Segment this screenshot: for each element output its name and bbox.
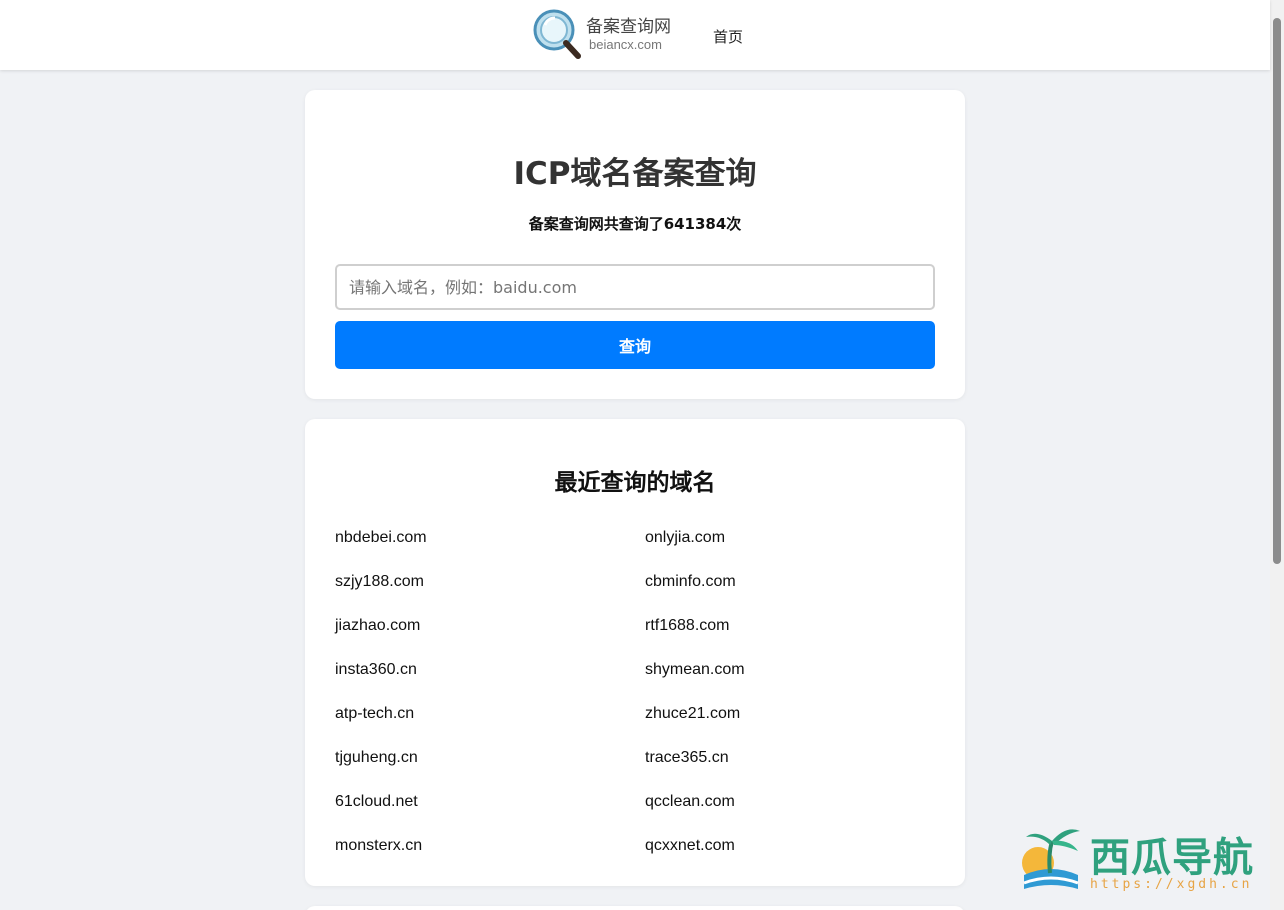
domain-link[interactable]: rtf1688.com <box>645 615 955 659</box>
domain-link[interactable]: tjguheng.cn <box>335 747 645 791</box>
search-card: ICP域名备案查询 备案查询网共查询了641384次 查询 <box>305 90 965 399</box>
palm-island-icon <box>1022 829 1080 889</box>
search-button[interactable]: 查询 <box>335 321 935 369</box>
watermark: 西瓜导航 https://xgdh.cn <box>1020 823 1265 898</box>
domain-link[interactable]: zhuce21.com <box>645 703 955 747</box>
watermark-url: https://xgdh.cn <box>1090 877 1253 892</box>
recent-domains-list: nbdebei.com onlyjia.com szjy188.com cbmi… <box>335 527 955 879</box>
domain-link[interactable]: atp-tech.cn <box>335 703 645 747</box>
domain-link[interactable]: cbminfo.com <box>645 571 955 615</box>
next-card <box>305 906 965 910</box>
domain-link[interactable]: trace365.cn <box>645 747 955 791</box>
recent-domains-card: 最近查询的域名 nbdebei.com onlyjia.com szjy188.… <box>305 419 965 886</box>
nav-home-link[interactable]: 首页 <box>713 26 743 47</box>
scrollbar-thumb[interactable] <box>1273 18 1281 564</box>
domain-link[interactable]: 61cloud.net <box>335 791 645 835</box>
domain-link[interactable]: monsterx.cn <box>335 835 645 879</box>
domain-link[interactable]: jiazhao.com <box>335 615 645 659</box>
domain-search-input[interactable] <box>335 264 935 310</box>
domain-link[interactable]: qcxxnet.com <box>645 835 955 879</box>
page-title: ICP域名备案查询 <box>513 156 757 192</box>
domain-link[interactable]: szjy188.com <box>335 571 645 615</box>
magnifier-icon <box>533 9 581 59</box>
vertical-scrollbar[interactable] <box>1270 0 1284 910</box>
domain-link[interactable]: onlyjia.com <box>645 527 955 571</box>
domain-link[interactable]: shymean.com <box>645 659 955 703</box>
recent-domains-title: 最近查询的域名 <box>554 470 716 496</box>
domain-link[interactable]: qcclean.com <box>645 791 955 835</box>
domain-link[interactable]: insta360.cn <box>335 659 645 703</box>
watermark-title: 西瓜导航 <box>1090 834 1254 881</box>
top-header: 备案查询网 beiancx.com 首页 <box>0 0 1270 70</box>
site-logo[interactable]: 备案查询网 beiancx.com <box>533 8 683 60</box>
query-count-text: 备案查询网共查询了641384次 <box>528 215 742 233</box>
logo-subtitle: beiancx.com <box>589 37 662 52</box>
domain-link[interactable]: nbdebei.com <box>335 527 645 571</box>
logo-title: 备案查询网 <box>586 17 671 37</box>
